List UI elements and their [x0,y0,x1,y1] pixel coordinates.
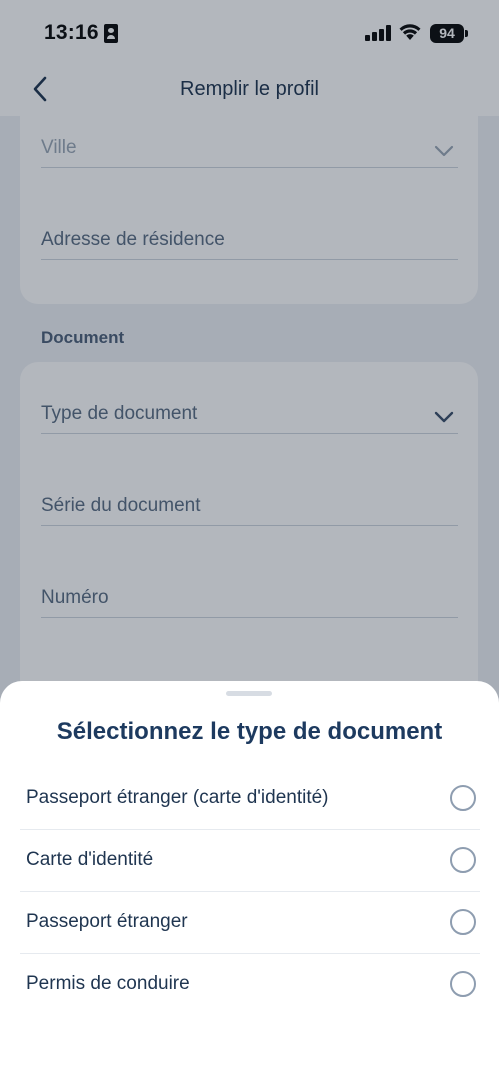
option-label: Carte d'identité [26,849,154,870]
sheet-grabber-handle[interactable] [226,691,272,696]
option-foreign-passport-id-card[interactable]: Passeport étranger (carte d'identité) [20,768,480,830]
option-label: Permis de conduire [26,973,190,994]
option-foreign-passport[interactable]: Passeport étranger [20,892,480,954]
option-identity-card[interactable]: Carte d'identité [20,830,480,892]
radio-button[interactable] [450,971,476,997]
option-driving-license[interactable]: Permis de conduire [20,954,480,1016]
radio-button[interactable] [450,785,476,811]
document-type-sheet: Sélectionnez le type de document Passepo… [0,681,499,1080]
radio-button[interactable] [450,909,476,935]
radio-button[interactable] [450,847,476,873]
option-label: Passeport étranger (carte d'identité) [26,787,329,808]
sheet-title: Sélectionnez le type de document [56,718,443,745]
option-label: Passeport étranger [26,911,188,932]
